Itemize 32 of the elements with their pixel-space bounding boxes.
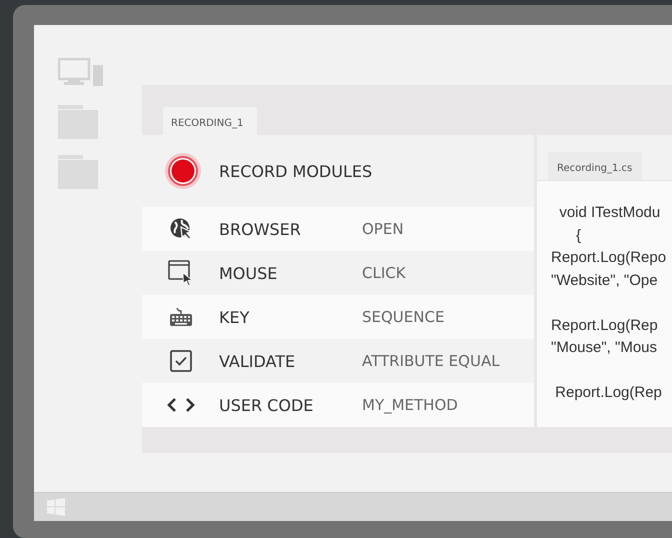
module-action: CLICK xyxy=(362,264,406,282)
code-line: { xyxy=(575,226,582,244)
checkbox-icon xyxy=(170,350,192,372)
file-tab[interactable]: Recording_1.cs xyxy=(548,152,642,180)
code-brackets-icon xyxy=(166,397,194,413)
window-cursor-icon xyxy=(168,260,194,286)
code-line: Report.Log(Rep xyxy=(554,384,662,402)
module-action: SEQUENCE xyxy=(362,308,444,326)
record-modules-title: RECORD MODULES xyxy=(219,162,372,180)
module-row[interactable]: BROWSER OPEN xyxy=(142,207,534,251)
code-line: void ITestModu xyxy=(558,204,660,221)
keyboard-icon xyxy=(168,307,192,327)
module-name: VALIDATE xyxy=(219,352,296,370)
module-action: ATTRIBUTE EQUAL xyxy=(362,352,500,370)
code-line: "Mouse", "Mous xyxy=(551,339,658,356)
windows-start-icon[interactable] xyxy=(47,498,65,516)
code-line: Report.Log(Repo xyxy=(551,249,666,266)
module-name: BROWSER xyxy=(219,220,302,238)
module-action: OPEN xyxy=(362,220,404,238)
module-name: USER CODE xyxy=(219,396,314,414)
module-row[interactable]: KEY SEQUENCE xyxy=(142,295,534,339)
module-action: MY_METHOD xyxy=(362,396,458,414)
module-name: KEY xyxy=(219,308,250,326)
code-line: "Website", "Ope xyxy=(551,272,658,290)
code-editor[interactable]: void ITestModu { Report.Log(Repo "Website", "Ope Report.Log(Rep "Mouse", "Mous Report.Log(Rep xyxy=(537,181,672,427)
globe-cursor-icon xyxy=(168,217,192,241)
record-icon[interactable] xyxy=(164,152,202,190)
code-line: Report.Log(Rep xyxy=(551,316,658,334)
recording-tab[interactable]: RECORDING_1 xyxy=(163,107,257,135)
module-row[interactable]: USER CODE MY_METHOD xyxy=(142,383,534,427)
computer-icon[interactable] xyxy=(58,58,104,86)
module-name: MOUSE xyxy=(219,264,278,282)
